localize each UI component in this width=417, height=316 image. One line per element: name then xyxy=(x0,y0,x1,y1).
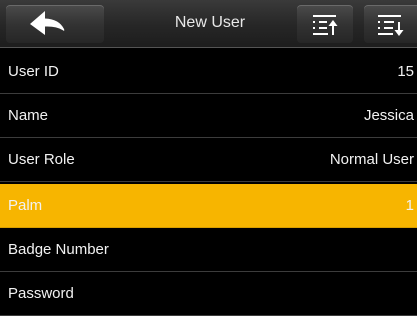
page-title: New User xyxy=(174,14,246,31)
row-name[interactable]: Name Jessica xyxy=(0,94,417,138)
back-button[interactable] xyxy=(6,5,104,43)
user-role-value: Normal User xyxy=(329,151,414,168)
palm-label: Palm xyxy=(8,197,43,214)
move-up-button[interactable] xyxy=(297,5,353,43)
row-user-id[interactable]: User ID 15 xyxy=(0,50,417,94)
user-id-value: 15 xyxy=(397,63,414,80)
back-arrow-icon xyxy=(30,11,65,35)
row-badge-number[interactable]: Badge Number xyxy=(0,228,417,272)
row-palm[interactable]: Palm 1 xyxy=(0,184,417,228)
user-id-label: User ID xyxy=(8,63,59,80)
header-bar: New User xyxy=(0,0,417,48)
badge-number-label: Badge Number xyxy=(8,241,109,258)
new-user-screen: New User User ID 15 Name Jessica User Ro… xyxy=(0,0,417,316)
name-value: Jessica xyxy=(363,107,414,124)
list-move-up-icon xyxy=(313,15,338,35)
password-label: Password xyxy=(8,285,74,302)
user-role-label: User Role xyxy=(8,151,75,168)
row-password[interactable]: Password xyxy=(0,272,417,316)
move-down-button[interactable] xyxy=(364,5,417,43)
name-label: Name xyxy=(8,107,49,124)
row-user-role[interactable]: User Role Normal User xyxy=(0,138,417,182)
palm-value: 1 xyxy=(405,197,414,214)
list-move-down-icon xyxy=(378,15,404,36)
